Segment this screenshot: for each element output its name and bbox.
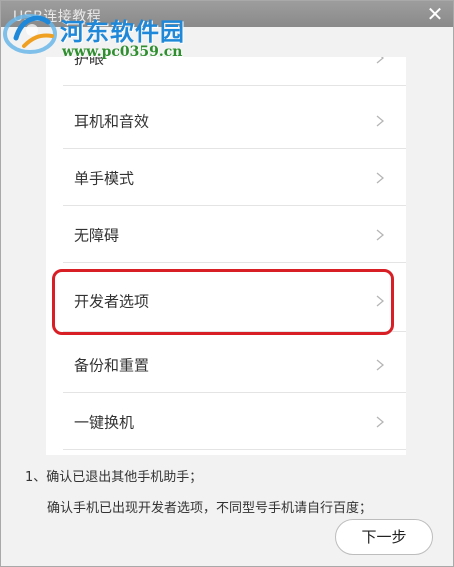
- chevron-right-icon: [376, 172, 384, 183]
- instruction-line-1: 1、确认已退出其他手机助手；: [25, 470, 203, 485]
- chevron-right-icon: [376, 57, 384, 63]
- divider: [63, 85, 406, 86]
- chevron-right-icon: [376, 416, 384, 427]
- chevron-right-icon: [376, 359, 384, 370]
- settings-item-label: 备份和重置: [74, 356, 150, 374]
- settings-item-label: 耳机和音效: [74, 112, 150, 130]
- watermark-title: 河东软件园: [60, 17, 185, 46]
- settings-item-4: 开发者选项: [46, 269, 406, 332]
- settings-item-label: 开发者选项: [74, 292, 150, 310]
- settings-item-3: 无障碍: [46, 206, 406, 263]
- chevron-right-icon: [376, 295, 384, 306]
- divider: [63, 449, 406, 450]
- close-button[interactable]: ✕: [425, 3, 445, 25]
- settings-item-5: 备份和重置: [46, 336, 406, 393]
- settings-item-label: 无障碍: [74, 226, 120, 244]
- divider: [63, 262, 406, 263]
- divider: [63, 331, 406, 332]
- settings-item-6: 一键换机: [46, 393, 406, 450]
- watermark-logo-icon: [3, 14, 57, 54]
- usb-tutorial-window: USB连接教程 ✕ 护眼 耳机和音效 单手模式 无障碍 开发者选项 备份和重置 …: [0, 0, 454, 567]
- chevron-right-icon: [376, 229, 384, 240]
- watermark-url: www.pc0359.cn: [62, 44, 183, 60]
- close-icon: ✕: [426, 2, 444, 26]
- chevron-right-icon: [376, 115, 384, 126]
- site-watermark: 河东软件园 www.pc0359.cn: [2, 6, 212, 66]
- settings-item-label: 单手模式: [74, 169, 135, 187]
- instruction-line-2: 确认手机已出现开发者选项，不同型号手机请自行百度；: [47, 501, 373, 516]
- settings-item-1: 耳机和音效: [46, 92, 406, 149]
- settings-list: 护眼 耳机和音效 单手模式 无障碍 开发者选项 备份和重置 一键换机: [46, 57, 406, 455]
- next-step-button[interactable]: 下一步: [335, 519, 433, 555]
- settings-item-label: 一键换机: [74, 413, 135, 431]
- settings-item-2: 单手模式: [46, 149, 406, 206]
